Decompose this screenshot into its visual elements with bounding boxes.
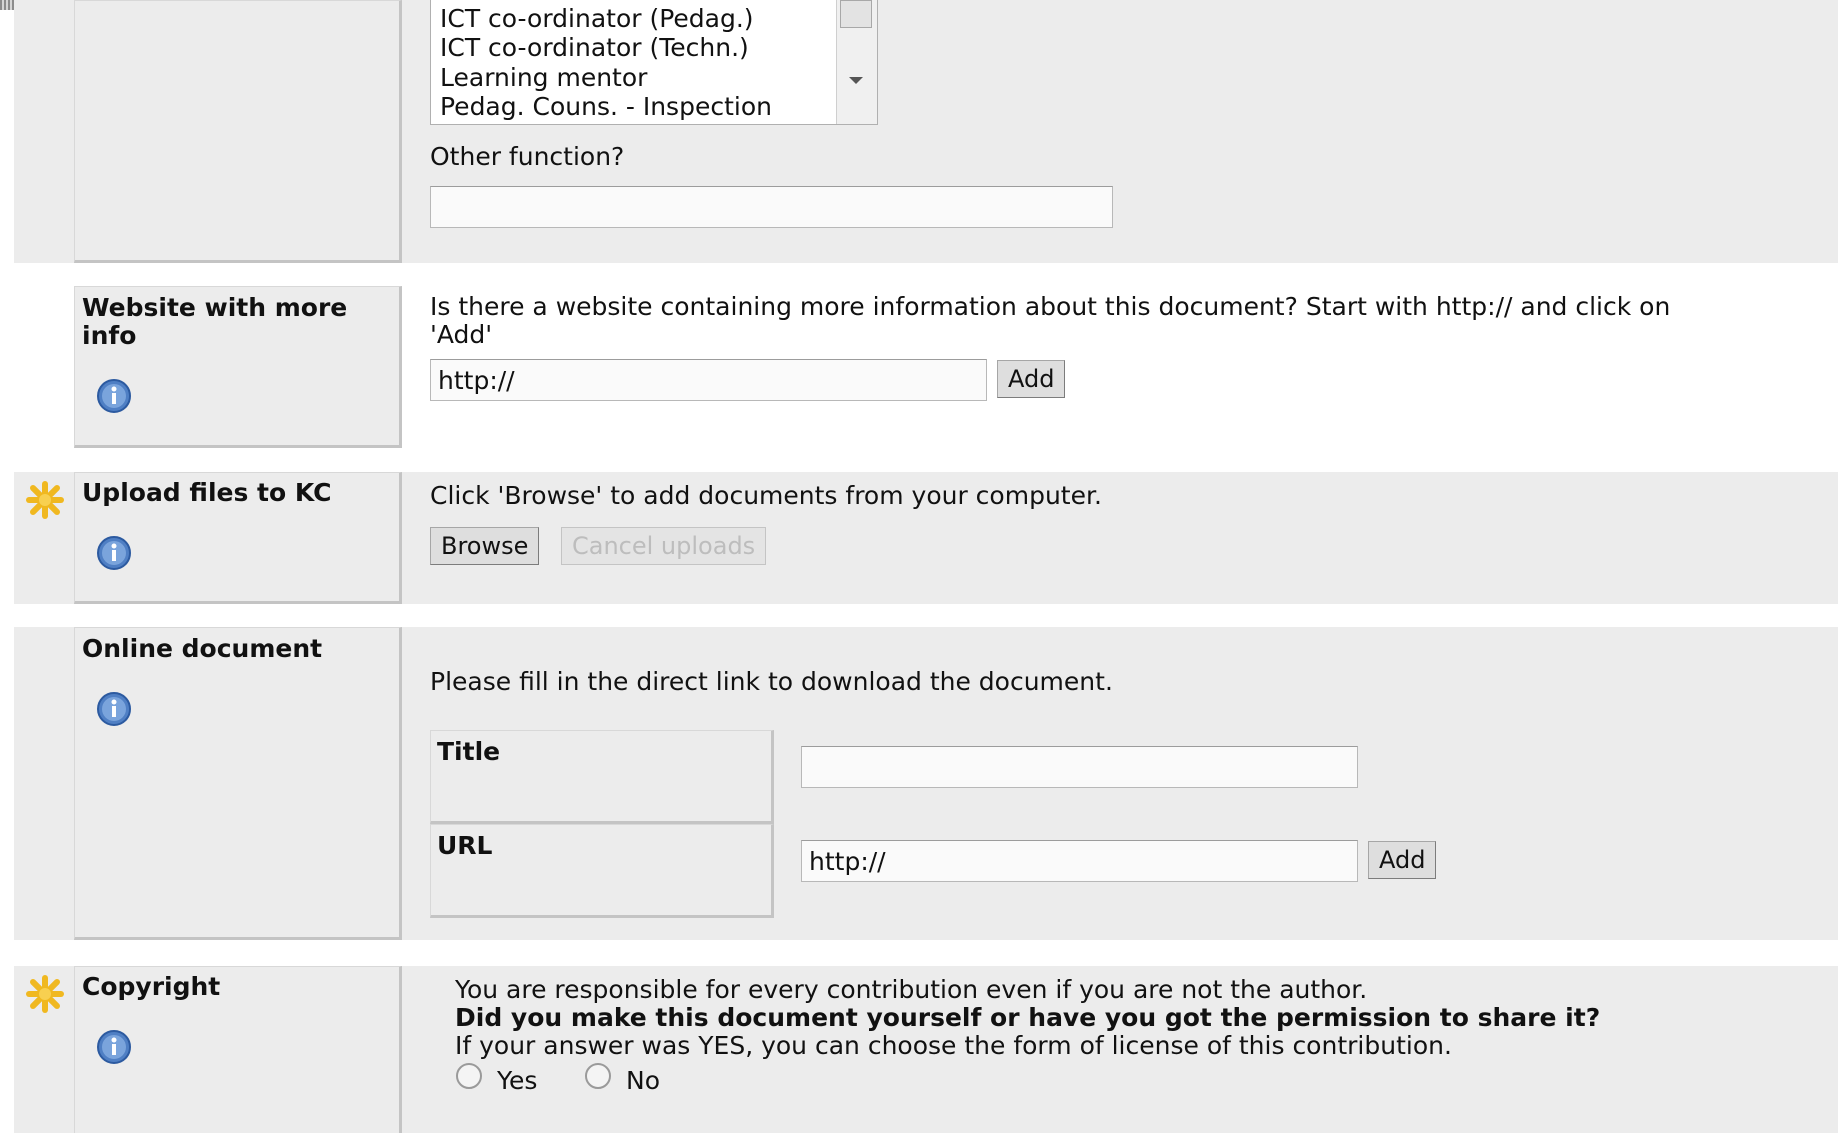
copyright-label: Copyright — [82, 972, 221, 1001]
yes-radio[interactable] — [455, 1062, 483, 1090]
website-prompt-line1: Is there a website containing more infor… — [430, 292, 1671, 321]
listbox-scrollbar[interactable] — [836, 0, 877, 124]
info-icon[interactable] — [95, 377, 133, 415]
copyright-line2: Did you make this document yourself or h… — [455, 1003, 1601, 1032]
other-function-input[interactable] — [430, 186, 1113, 228]
info-icon[interactable] — [95, 534, 133, 572]
list-option[interactable]: Learning mentor — [440, 63, 647, 92]
browse-button[interactable]: Browse — [430, 527, 540, 565]
website-url-input[interactable] — [430, 359, 987, 401]
website-prompt-line2: 'Add' — [430, 320, 493, 349]
no-radio[interactable] — [584, 1062, 612, 1090]
required-star-icon — [26, 481, 64, 519]
copyright-line3: If your answer was YES, you can choose t… — [455, 1031, 1452, 1060]
scroll-down-arrow-icon[interactable] — [849, 77, 863, 84]
list-option[interactable]: ICT co-ordinator (Techn.) — [440, 33, 749, 62]
no-label[interactable]: No — [626, 1066, 660, 1095]
info-icon[interactable] — [95, 1028, 133, 1066]
url-add-button[interactable]: Add — [1368, 841, 1437, 879]
copyright-line1: You are responsible for every contributi… — [455, 975, 1368, 1004]
function-label-box — [74, 0, 402, 263]
required-star-icon — [26, 975, 64, 1013]
online-prompt: Please fill in the direct link to downlo… — [430, 667, 1113, 696]
upload-label: Upload files to KC — [82, 478, 332, 507]
website-add-button[interactable]: Add — [997, 360, 1066, 398]
online-label-box — [74, 627, 402, 940]
title-input[interactable] — [801, 746, 1358, 788]
url-input[interactable] — [801, 840, 1358, 882]
list-option[interactable]: ICT co-ordinator (Pedag.) — [440, 4, 754, 33]
online-label: Online document — [82, 634, 323, 663]
scroll-thumb[interactable] — [840, 0, 872, 28]
other-function-label: Other function? — [430, 142, 625, 171]
url-field-label: URL — [430, 824, 774, 918]
upload-prompt: Click 'Browse' to add documents from you… — [430, 481, 1102, 510]
list-option[interactable]: Pedag. Couns. - Inspection — [440, 92, 772, 121]
title-field-label: Title — [430, 730, 774, 824]
function-listbox[interactable]: ICT co-ordinator (Pedag.) ICT co-ordinat… — [430, 0, 878, 125]
yes-label[interactable]: Yes — [497, 1066, 537, 1095]
info-icon[interactable] — [95, 690, 133, 728]
cancel-uploads-button[interactable]: Cancel uploads — [561, 527, 767, 565]
website-label: Website with more info — [82, 293, 348, 350]
